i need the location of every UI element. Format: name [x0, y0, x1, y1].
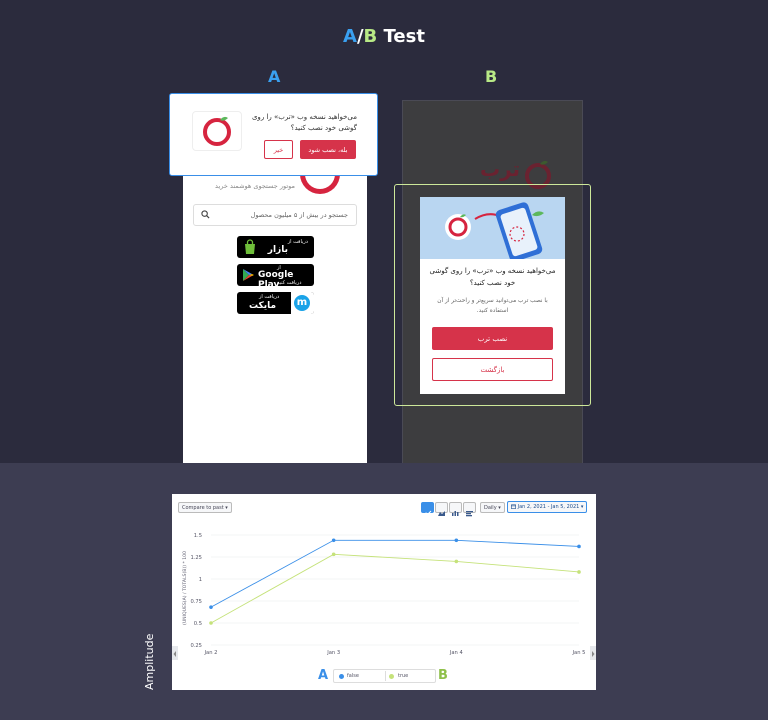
legend-variant-a-mark: A [318, 668, 329, 683]
y-axis-title: (UNIQUES(A) / TOTALS(B)) * 100 [182, 551, 188, 625]
data-point-false [331, 538, 336, 543]
install-yes-button[interactable]: بله، نصب شود [300, 140, 356, 159]
date-range-picker[interactable]: Jan 2, 2021 - Jan 5, 2021 ▾ [507, 501, 588, 513]
install-description: با نصب ترب می‌توانید سریع‌تر و راحت‌تر ا… [437, 298, 548, 314]
myket-store-badge[interactable]: دریافت از مایکت m [237, 292, 314, 314]
x-tick-label: Jan 2 [204, 650, 218, 656]
back-button[interactable]: بازگشت [432, 358, 553, 381]
install-illustration [420, 197, 565, 262]
app-icon-box [192, 111, 242, 151]
data-point-true [331, 552, 336, 557]
x-tick-label: Jan 5 [572, 650, 586, 656]
chart-scroll-right[interactable] [590, 646, 596, 660]
google-play-icon [243, 269, 254, 281]
google-play-badge[interactable]: از Google Play دریافت کنید [237, 264, 314, 290]
install-modal-b: می‌خواهید نسخه وب «ترب» را روی گوشی خود … [420, 197, 565, 394]
legend-false-label[interactable]: false [347, 673, 359, 679]
compare-to-past-dropdown[interactable]: Compare to past ▾ [178, 502, 232, 513]
date-range-text: Jan 2, 2021 - Jan 5, 2021 ▾ [517, 504, 584, 510]
line-chart-icon [423, 510, 432, 517]
y-tick-label: 1.25 [190, 555, 202, 561]
title-b: B [363, 26, 378, 47]
chart-scroll-left[interactable] [172, 646, 178, 660]
line-chart: (UNIQUES(A) / TOTALS(B)) * 100 1.5 1.25 1 0… [182, 533, 586, 656]
bazaar-name: بازار [267, 245, 288, 255]
myket-caption: دریافت از [259, 294, 280, 300]
search-placeholder: جستجو در بیش از ۵ میلیون محصول [250, 211, 348, 219]
install-question: می‌خواهید نسخه وب «ترب» را روی گوشی خود … [429, 267, 556, 287]
install-no-button[interactable]: خیر [264, 140, 293, 159]
line-chart-toggle[interactable] [421, 502, 434, 517]
variant-a-label: A [268, 67, 281, 86]
gplay-subcaption: دریافت کنید [277, 280, 302, 286]
y-tick-label: 1 [199, 577, 202, 583]
install-question: می‌خواهید نسخه وب «ترب» را روی گوشی خود … [251, 113, 357, 132]
area-chart-icon [438, 511, 445, 516]
torob-app-icon [203, 116, 231, 146]
y-tick-label: 0.75 [190, 599, 202, 605]
bazaar-store-badge[interactable]: دریافت از بازار [237, 236, 314, 258]
series-line-true [210, 553, 580, 624]
x-tick-label: Jan 3 [326, 650, 340, 656]
chevron-left-icon [173, 651, 176, 657]
myket-name: مایکت [249, 301, 277, 311]
series-line-false [210, 539, 580, 608]
title-separator: / [356, 26, 364, 47]
install-banner-a: می‌خواهید نسخه وب «ترب» را روی گوشی خود … [169, 93, 378, 176]
title-rest: Test [377, 26, 425, 47]
chart-legend: false true [333, 669, 436, 683]
y-tick-label: 0.25 [190, 643, 202, 649]
data-point-false [454, 538, 459, 543]
area-chart-toggle[interactable] [435, 502, 448, 516]
calendar-icon [511, 504, 516, 509]
data-point-true [454, 559, 459, 564]
legend-variant-b-mark: B [438, 668, 448, 683]
myket-logo-box: m [291, 292, 314, 314]
phone-install-illustration-icon [445, 202, 544, 262]
stacked-bar-icon [466, 511, 473, 517]
title-a: A [343, 26, 357, 47]
page-title: A/B Test [0, 26, 768, 47]
ab-test-section [0, 0, 768, 463]
myket-icon: m [294, 295, 310, 311]
search-icon [201, 210, 210, 219]
data-point-true [577, 570, 581, 574]
legend-divider [385, 671, 386, 681]
data-point-false [209, 605, 213, 609]
data-point-false [577, 544, 581, 549]
bazaar-bag-icon [245, 239, 255, 254]
y-tick-label: 0.5 [194, 621, 202, 627]
legend-false-swatch [339, 674, 344, 679]
install-button[interactable]: نصب ترب [432, 327, 553, 350]
y-tick-label: 1.5 [194, 533, 202, 539]
tagline: موتور جستجوی هوشمند خرید [215, 182, 295, 190]
variant-b-label: B [485, 67, 498, 86]
legend-true-label[interactable]: true [398, 673, 408, 679]
chevron-right-icon [592, 651, 595, 657]
bar-chart-icon [452, 511, 459, 516]
legend-true-swatch [389, 674, 394, 679]
x-tick-label: Jan 4 [449, 650, 464, 656]
data-point-true [209, 621, 213, 625]
interval-dropdown[interactable]: Daily ▾ [480, 502, 505, 513]
bar-chart-toggle[interactable] [449, 502, 462, 516]
search-input[interactable]: جستجو در بیش از ۵ میلیون محصول [193, 204, 357, 226]
chart-card: Compare to past ▾ Daily ▾ Jan 2, 2021 - … [172, 494, 596, 690]
amplitude-label: Amplitude [143, 633, 156, 690]
stacked-chart-toggle[interactable] [463, 502, 476, 517]
torob-wordmark: ترب [480, 157, 520, 181]
bazaar-caption: دریافت از [287, 239, 308, 245]
